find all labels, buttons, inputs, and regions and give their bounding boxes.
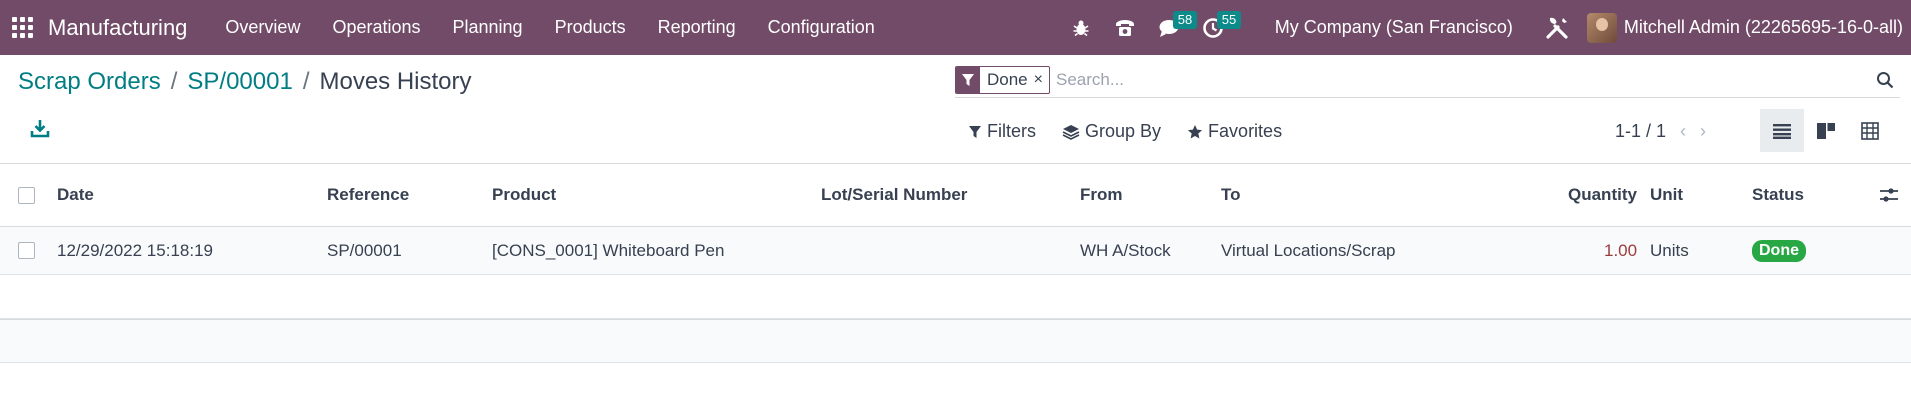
group-by-button[interactable]: Group By [1062,121,1161,142]
status-badge: Done [1752,239,1806,262]
company-switcher[interactable]: My Company (San Francisco) [1275,17,1513,38]
column-header-status[interactable]: Status [1752,164,1804,226]
cell-from: WH A/Stock [1080,240,1171,260]
column-header-lot-serial[interactable]: Lot/Serial Number [821,164,967,226]
menu-reporting[interactable]: Reporting [642,17,752,38]
table-header: Date Reference Product Lot/Serial Number… [0,163,1911,227]
pager-next-icon[interactable]: › [1700,121,1706,142]
column-header-unit[interactable]: Unit [1650,164,1683,226]
cell-to: Virtual Locations/Scrap [1221,240,1396,260]
app-name[interactable]: Manufacturing [48,15,187,41]
empty-row [0,319,1911,363]
optional-columns-toggle-icon[interactable] [1880,164,1898,226]
cell-date: 12/29/2022 15:18:19 [57,240,213,260]
cell-product: [CONS_0001] Whiteboard Pen [492,240,725,260]
filter-icon [969,125,981,138]
menu-overview[interactable]: Overview [209,17,316,38]
menu-products[interactable]: Products [539,17,642,38]
search-input[interactable] [1055,70,1836,90]
cell-quantity: 1.00 [1604,240,1638,260]
view-switcher [1760,109,1892,152]
filters-button[interactable]: Filters [968,121,1036,142]
pivot-view-icon[interactable] [1848,109,1892,152]
column-header-quantity[interactable]: Quantity [1568,164,1637,226]
breadcrumb-separator: / [302,68,310,95]
user-name: Mitchell Admin (22265695-16-0-all) [1623,17,1903,37]
menu-operations[interactable]: Operations [316,17,436,38]
app-grid-icon[interactable] [12,16,34,39]
menu-planning[interactable]: Planning [437,17,539,38]
facet-remove-icon[interactable]: × [1034,71,1049,89]
select-all-checkbox[interactable] [18,186,35,204]
navbar-systray: 58 55 My Company (San Francisco) Mitchel… [1059,0,1911,55]
search-icon[interactable] [1876,71,1894,94]
breadcrumb-separator: / [170,68,178,95]
search-bar: Done × [955,63,1900,98]
cell-unit: Units [1650,240,1689,260]
favorites-button[interactable]: Favorites [1187,121,1282,142]
cell-reference: SP/00001 [327,240,402,260]
column-header-date[interactable]: Date [57,164,94,226]
search-panel-toolbar: Filters Group By Favorites [968,121,1308,142]
group-by-label: Group By [1085,121,1162,141]
layers-icon [1062,124,1080,140]
debug-tools-icon[interactable] [1535,0,1579,55]
breadcrumb: Scrap Orders / SP/00001 / Moves History [18,68,472,96]
list-view-icon[interactable] [1760,109,1804,152]
page-title: Moves History [319,68,472,95]
activities-badge: 55 [1216,11,1242,29]
favorites-label: Favorites [1208,121,1283,141]
filter-facet[interactable]: Done × [955,66,1050,94]
facet-value: Done [987,70,1028,89]
pager-previous-icon[interactable]: ‹ [1680,121,1686,142]
download-icon[interactable] [30,118,50,138]
activity-clock-icon[interactable]: 55 [1191,0,1242,55]
filters-label: Filters [987,121,1036,141]
column-header-from[interactable]: From [1080,164,1123,226]
filter-icon [956,67,980,93]
user-menu[interactable]: Mitchell Admin (22265695-16-0-all) [1586,12,1903,43]
table-row[interactable]: 12/29/2022 15:18:19 SP/00001 [CONS_0001]… [0,227,1911,275]
pager: 1-1 / 1 ‹ › [1615,121,1706,142]
breadcrumb-scrap-record[interactable]: SP/00001 [187,68,292,96]
bug-icon[interactable] [1059,0,1103,55]
top-navbar: Manufacturing Overview Operations Planni… [0,0,1911,55]
column-header-reference[interactable]: Reference [327,164,409,226]
avatar [1586,12,1617,43]
column-header-product[interactable]: Product [492,164,556,226]
menu-configuration[interactable]: Configuration [752,17,891,38]
star-icon [1187,124,1203,138]
column-header-to[interactable]: To [1221,164,1241,226]
breadcrumb-scrap-orders[interactable]: Scrap Orders [18,68,161,96]
empty-row [0,275,1911,319]
phone-icon[interactable] [1103,0,1147,55]
moves-history-table: Date Reference Product Lot/Serial Number… [0,163,1911,363]
kanban-view-icon[interactable] [1804,109,1848,152]
messages-icon[interactable]: 58 [1147,0,1198,55]
row-checkbox[interactable] [18,242,35,259]
pager-value[interactable]: 1-1 / 1 [1615,121,1666,142]
